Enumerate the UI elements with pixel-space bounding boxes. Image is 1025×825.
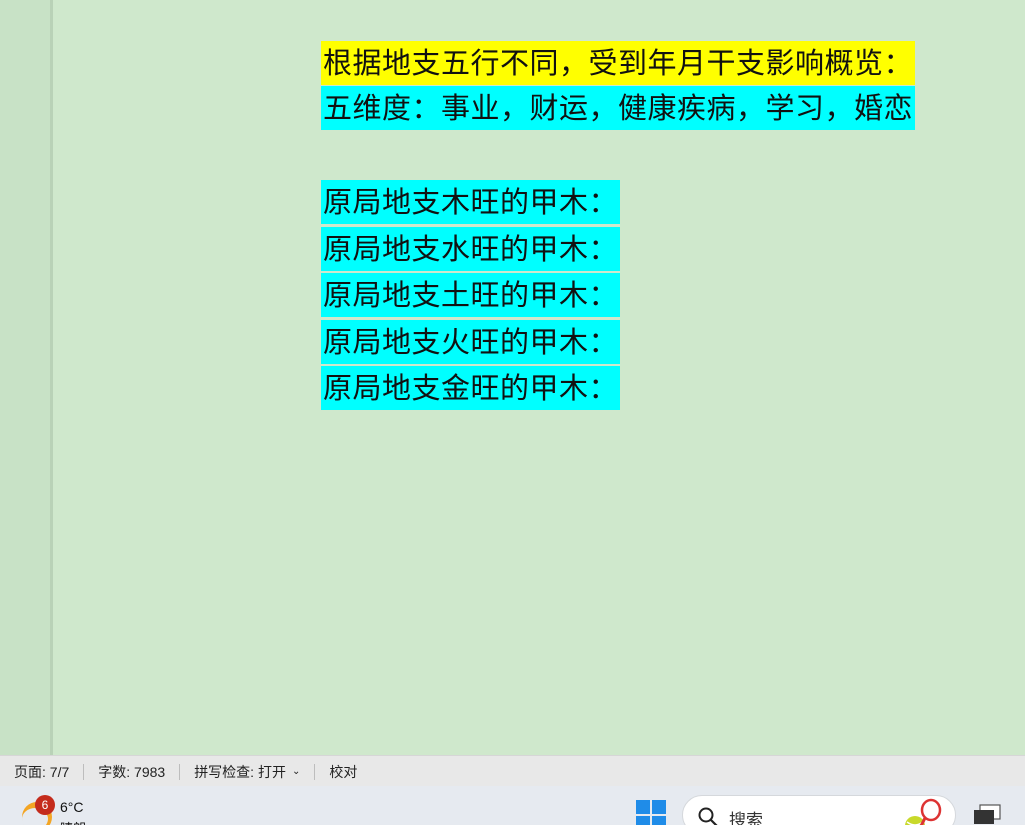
spell-check-toggle[interactable]: 拼写检查: 打开 ⌄ [180, 756, 314, 787]
taskbar-search-box[interactable]: 搜索 [682, 795, 956, 825]
spell-check-label: 拼写检查: 打开 [194, 763, 286, 780]
word-count[interactable]: 字数: 7983 [84, 756, 179, 787]
weather-widget[interactable]: 6 6°C 晴朗 [18, 790, 108, 825]
doc-line-earth[interactable]: 原局地支土旺的甲木： [321, 273, 621, 317]
search-placeholder: 搜索 [729, 811, 763, 825]
weather-temperature: 6°C [60, 799, 84, 815]
doc-line-title[interactable]: 根据地支五行不同，受到年月干支影响概览： [321, 41, 916, 85]
doc-line-water[interactable]: 原局地支水旺的甲木： [321, 227, 621, 271]
proofread-label: 校对 [329, 763, 358, 780]
app-window: 根据地支五行不同，受到年月干支影响概览： 五维度：事业，财运，健康疾病，学习，婚… [0, 0, 1025, 825]
page-indicator-label: 页面: 7/7 [14, 763, 70, 780]
doc-line-dimensions[interactable]: 五维度：事业，财运，健康疾病，学习，婚恋 [321, 86, 916, 130]
proofread-button[interactable]: 校对 [315, 756, 371, 787]
weather-badge: 6 [35, 795, 55, 815]
chevron-down-icon: ⌄ [291, 766, 301, 777]
windows-start-icon[interactable] [636, 800, 666, 825]
task-view-icon[interactable] [972, 804, 1002, 825]
document-page[interactable]: 根据地支五行不同，受到年月干支影响概览： 五维度：事业，财运，健康疾病，学习，婚… [53, 0, 1025, 755]
doc-line-wood[interactable]: 原局地支木旺的甲木： [321, 180, 621, 224]
left-margin [0, 0, 50, 755]
taskbar: 6 6°C 晴朗 搜索 [0, 786, 1025, 825]
page-indicator[interactable]: 页面: 7/7 [0, 756, 83, 787]
weather-condition: 晴朗 [60, 818, 86, 825]
status-bar: 页面: 7/7 字数: 7983 拼写检查: 打开 ⌄ 校对 [0, 755, 1025, 787]
tennis-icon [905, 798, 942, 825]
search-icon [698, 807, 718, 825]
word-count-label: 字数: 7983 [98, 763, 166, 780]
doc-line-metal[interactable]: 原局地支金旺的甲木： [321, 366, 621, 410]
doc-line-fire[interactable]: 原局地支火旺的甲木： [321, 320, 621, 364]
